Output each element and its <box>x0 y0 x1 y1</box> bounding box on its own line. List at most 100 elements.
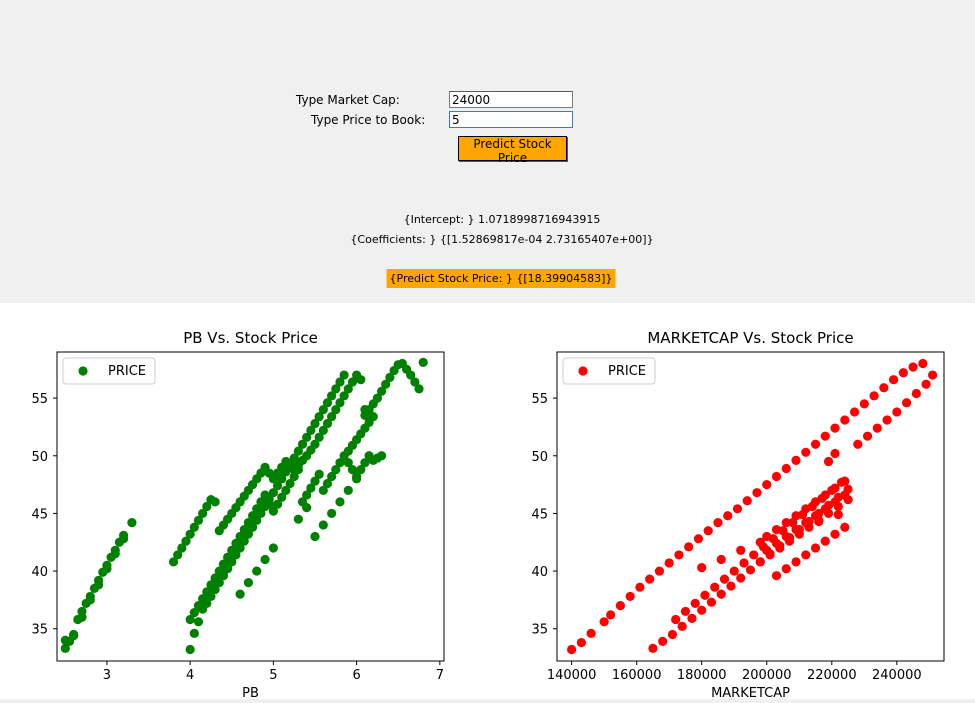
data-point <box>352 474 362 484</box>
coefficients-result: {Coefficients: } {[1.52869817e-04 2.7316… <box>350 233 654 246</box>
legend-label: PRICE <box>108 364 146 379</box>
data-point <box>830 483 840 493</box>
price-to-book-input[interactable] <box>449 111 573 128</box>
data-point <box>710 582 720 592</box>
data-point <box>732 504 743 514</box>
price-to-book-label: Type Price to Book: <box>311 113 426 127</box>
data-point <box>810 543 821 553</box>
market-cap-input[interactable] <box>449 91 573 108</box>
predict-stock-price-button[interactable]: Predict Stock Price <box>458 136 567 165</box>
data-point <box>680 606 691 617</box>
y-tick-label: 55 <box>31 392 48 407</box>
y-tick-label: 40 <box>31 565 48 580</box>
data-point <box>664 558 674 568</box>
data-point <box>791 455 801 465</box>
data-point <box>94 580 104 590</box>
data-point <box>77 612 87 622</box>
x-tick-label: 200000 <box>742 668 792 683</box>
data-point <box>911 388 921 399</box>
data-point <box>739 558 749 568</box>
data-point <box>928 370 938 380</box>
data-point <box>859 399 869 409</box>
y-tick-label: 50 <box>31 450 48 465</box>
legend-marker <box>78 366 88 376</box>
data-point <box>736 545 746 555</box>
axes-frame <box>56 351 445 662</box>
data-point <box>765 550 775 560</box>
data-point <box>85 595 95 605</box>
data-point <box>193 617 204 627</box>
data-point <box>335 497 345 507</box>
y-tick-label: 45 <box>31 507 48 522</box>
chart-1: PB Vs. Stock Price3 4 5 6 73540455055PBPRICE <box>31 329 445 701</box>
y-tick-label: 45 <box>531 507 548 522</box>
data-point <box>210 497 220 507</box>
data-point <box>697 563 707 573</box>
data-point <box>648 643 658 653</box>
data-point <box>908 362 918 372</box>
data-point <box>339 370 349 380</box>
data-point <box>102 564 112 574</box>
data-point <box>368 411 378 422</box>
x-tick-label: 6 <box>352 668 360 683</box>
data-point <box>684 542 694 552</box>
data-point <box>60 635 70 645</box>
data-point <box>726 581 736 591</box>
data-point <box>918 358 928 369</box>
chart-2: MARKETCAP Vs. Stock Price 140000 160000 180… <box>531 329 945 701</box>
data-point <box>654 566 665 576</box>
data-point <box>840 476 850 486</box>
data-point <box>888 375 899 385</box>
data-point <box>791 557 801 567</box>
data-point <box>820 490 830 500</box>
x-tick-label: 4 <box>186 668 194 683</box>
data-point <box>729 566 739 576</box>
x-tick-label: 5 <box>269 668 277 683</box>
data-point <box>118 534 129 544</box>
data-point <box>879 383 889 393</box>
data-point <box>853 439 863 449</box>
data-point <box>736 573 746 583</box>
y-tick-label: 35 <box>31 623 48 638</box>
data-point <box>810 497 821 507</box>
data-point <box>833 501 843 512</box>
legend-label: PRICE <box>608 364 646 379</box>
data-point <box>840 522 850 532</box>
data-point <box>69 629 79 640</box>
series-1 <box>60 357 428 655</box>
x-tick-label: 7 <box>436 668 444 683</box>
market-cap-label: Type Market Cap: <box>296 93 400 107</box>
data-point <box>376 451 387 461</box>
data-point <box>745 565 756 575</box>
data-point <box>830 423 840 433</box>
data-point <box>849 407 860 417</box>
data-point <box>293 465 303 475</box>
data-point <box>801 504 811 514</box>
x-tick-label: 140000 <box>547 668 597 683</box>
data-point <box>243 577 254 588</box>
data-point <box>869 391 879 401</box>
data-point <box>784 536 795 546</box>
series-1 <box>567 358 938 655</box>
data-point <box>749 550 759 560</box>
x-tick-label: 220000 <box>807 668 857 683</box>
data-point <box>762 479 772 490</box>
data-point <box>823 508 834 519</box>
data-point <box>189 628 199 638</box>
data-point <box>771 471 782 482</box>
x-axis-label: PB <box>242 686 259 699</box>
data-point <box>693 534 704 544</box>
data-point <box>898 368 908 378</box>
data-point <box>260 554 270 565</box>
input-form-panel: Type Market Cap: Type Price to Book: Pre… <box>0 0 975 303</box>
data-point <box>804 522 814 532</box>
legend: PRICE <box>62 357 156 385</box>
x-tick-label: 3 <box>103 668 111 683</box>
data-point <box>742 496 752 506</box>
data-point <box>902 398 912 408</box>
data-point <box>586 628 596 638</box>
data-point <box>833 509 843 520</box>
data-point <box>771 524 782 535</box>
data-point <box>755 557 765 567</box>
data-point <box>781 518 791 528</box>
